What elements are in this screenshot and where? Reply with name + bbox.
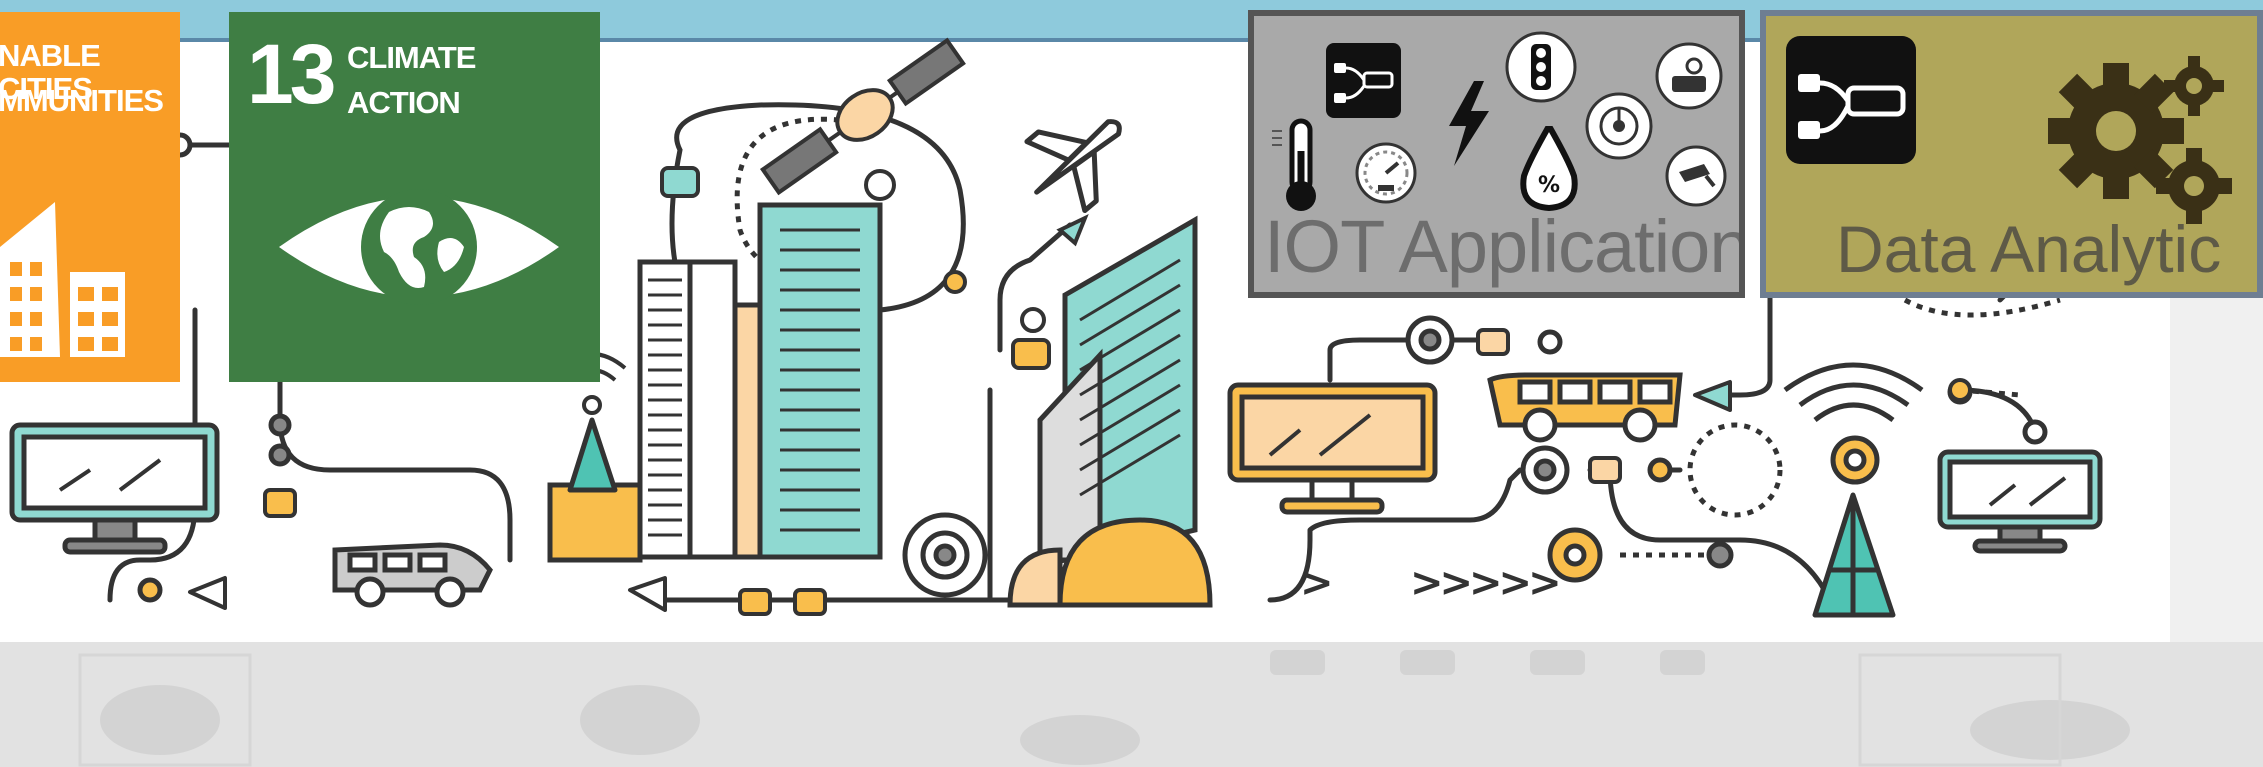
traffic-light-icon: [1505, 31, 1577, 103]
iot-application-panel: % IOT Application: [1248, 10, 1745, 298]
sdg13-line2: ACTION: [347, 85, 461, 120]
sdg11-tile: NABLE CITIES MMUNITIES: [0, 12, 180, 382]
iot-application-label: IOT Application: [1264, 205, 1745, 288]
gears-icon: [2048, 56, 2232, 224]
eye-globe-icon: [279, 189, 559, 305]
sdg13-number: 13: [247, 27, 336, 121]
city-buildings-icon: [0, 202, 125, 357]
chevron-long: >>>>>: [1410, 560, 1562, 606]
chevron-short: >: [1300, 560, 1334, 606]
node-red-icon: [1326, 43, 1401, 118]
data-analytic-label: Data Analytic: [1836, 212, 2222, 286]
dial-icon: [1585, 92, 1653, 160]
svg-text:%: %: [1538, 173, 1560, 198]
thermometer-icon: [1272, 118, 1316, 211]
sdg13-tile: 13 CLIMATE ACTION: [229, 12, 600, 382]
sdg13-line1: CLIMATE: [347, 40, 476, 75]
humidity-percent-icon: %: [1520, 126, 1578, 211]
data-analytic-panel: Data Analytic: [1760, 10, 2263, 298]
lightning-icon: [1449, 81, 1489, 166]
gas-sensor-icon: [1655, 42, 1723, 110]
cctv-icon: [1665, 145, 1727, 207]
node-red-icon: [1786, 36, 1916, 164]
sdg11-line2: MMUNITIES: [0, 83, 164, 118]
smart-city-banner: > >>>>> NABLE CITIES MMUNITIES 13 CLIMAT…: [0, 0, 2263, 767]
gauge-icon: [1355, 142, 1417, 204]
